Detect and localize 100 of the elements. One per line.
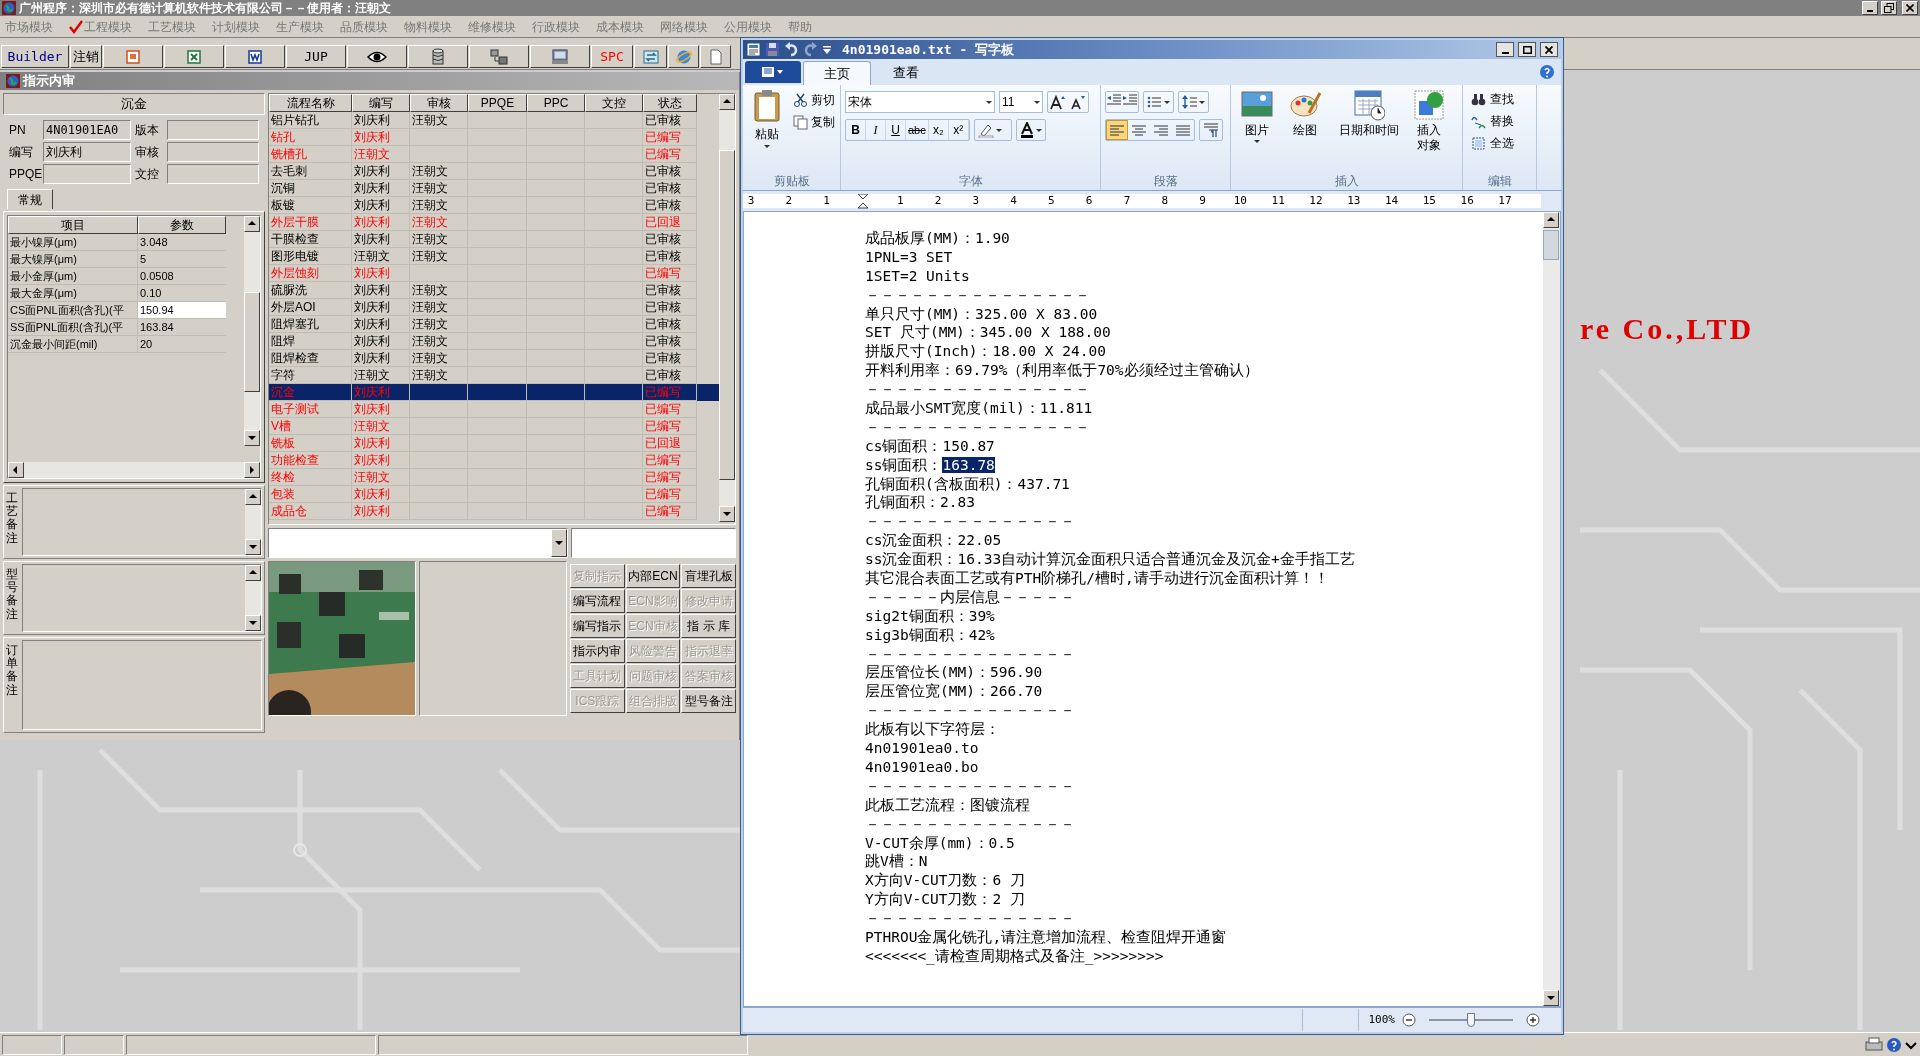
toolbar-button[interactable]: [103, 45, 163, 68]
highlight-button[interactable]: [973, 119, 1012, 141]
scrollbar[interactable]: [245, 565, 261, 631]
table-row[interactable]: 外层AOI 刘庆利 汪朝文 已审核: [269, 299, 719, 316]
action-button[interactable]: 编写流程: [570, 589, 625, 613]
format-button[interactable]: x²: [948, 120, 969, 140]
scroll-left-button[interactable]: [8, 462, 24, 478]
scrollbar[interactable]: [245, 489, 261, 555]
scrollbar[interactable]: [719, 94, 735, 522]
insert-button[interactable]: 图片: [1235, 89, 1279, 172]
toolbar-button[interactable]: JUP: [286, 45, 346, 68]
scroll-down-button[interactable]: [245, 615, 261, 631]
column-header[interactable]: 文控: [585, 94, 643, 112]
format-button[interactable]: x₂: [928, 120, 949, 140]
column-header[interactable]: 流程名称: [269, 94, 352, 112]
maximize-button[interactable]: [1518, 42, 1536, 57]
input-field[interactable]: [571, 528, 736, 558]
slider-thumb[interactable]: [1467, 1013, 1475, 1027]
table-row[interactable]: 铝片钻孔 刘庆利 汪朝文 已审核: [269, 112, 719, 129]
paste-button[interactable]: 粘贴: [747, 89, 787, 172]
toolbar-button[interactable]: [469, 45, 529, 68]
help-icon[interactable]: [1539, 64, 1555, 80]
copy-button[interactable]: 复制: [793, 113, 835, 131]
scroll-up-button[interactable]: [719, 94, 735, 110]
toolbar-button[interactable]: [347, 45, 407, 68]
zoom-in-button[interactable]: [1525, 1012, 1541, 1028]
scroll-up-button[interactable]: [245, 565, 261, 581]
customize-icon[interactable]: [822, 43, 832, 56]
line-spacing-button[interactable]: [1178, 91, 1209, 113]
editing-button[interactable]: 替换: [1471, 111, 1514, 131]
action-button[interactable]: 指 示 库: [681, 614, 736, 638]
toolbar-button[interactable]: [634, 45, 667, 68]
minimize-button[interactable]: [1496, 42, 1514, 57]
paragraph-button[interactable]: [1199, 119, 1223, 141]
input-field[interactable]: [167, 164, 259, 184]
font-family-field[interactable]: 宋体: [845, 91, 995, 113]
scroll-down-button[interactable]: [719, 506, 735, 522]
toolbar-button[interactable]: Builder: [1, 45, 69, 68]
restore-button[interactable]: [1881, 1, 1897, 15]
table-row[interactable]: 去毛刺 刘庆利 汪朝文 已审核: [269, 163, 719, 180]
toolbar-button[interactable]: [408, 45, 468, 68]
column-header[interactable]: 项目: [8, 216, 138, 234]
scroll-up-button[interactable]: [244, 216, 260, 232]
toolbar-button[interactable]: [530, 45, 590, 68]
close-button[interactable]: [1540, 42, 1558, 57]
note-field[interactable]: [22, 564, 262, 632]
table-row[interactable]: 板镀 刘庆利 汪朝文 已审核: [269, 197, 719, 214]
column-header[interactable]: PPC: [527, 94, 585, 112]
insert-button[interactable]: 绘图: [1283, 89, 1327, 172]
table-row[interactable]: 沉铜 刘庆利 汪朝文 已审核: [269, 180, 719, 197]
action-button[interactable]: 指示内审: [570, 639, 625, 663]
undo-icon[interactable]: [784, 42, 799, 57]
save-icon[interactable]: [765, 42, 780, 57]
scroll-right-button[interactable]: [244, 462, 260, 478]
printer-icon[interactable]: [1864, 1036, 1884, 1053]
toolbar-button[interactable]: [225, 45, 285, 68]
dropdown-button[interactable]: [551, 529, 567, 557]
table-row[interactable]: 图形电镀 汪朝文 汪朝文 已审核: [269, 248, 719, 265]
zoom-slider[interactable]: [1429, 1013, 1513, 1027]
table-row[interactable]: 硫脲洗 刘庆利 汪朝文 已审核: [269, 282, 719, 299]
input-field[interactable]: 刘庆利: [43, 142, 131, 162]
insert-button[interactable]: 日期和时间: [1331, 89, 1407, 172]
scroll-thumb[interactable]: [1543, 230, 1559, 260]
action-button[interactable]: 盲埋孔板: [681, 564, 736, 588]
scrollbar[interactable]: [244, 216, 260, 446]
input-field[interactable]: [43, 164, 131, 184]
column-header[interactable]: 参数: [138, 216, 226, 234]
input-field[interactable]: 4N01901EA0: [43, 120, 131, 140]
cut-button[interactable]: 剪切: [793, 91, 835, 109]
column-header[interactable]: PPQE: [468, 94, 527, 112]
toolbar-button[interactable]: [164, 45, 224, 68]
editing-button[interactable]: 查找: [1471, 89, 1514, 109]
editing-button[interactable]: 全选: [1471, 133, 1514, 153]
ruler[interactable]: 3 2 1 1 2 3 4 5 6 7 8 9 10 11 12 13 14 15 16 17: [743, 191, 1561, 211]
format-button[interactable]: B: [846, 120, 866, 140]
scroll-down-button[interactable]: [245, 539, 261, 555]
zoom-out-button[interactable]: [1401, 1012, 1417, 1028]
tab[interactable]: 主页: [803, 61, 871, 85]
toolbar-button[interactable]: 注销: [70, 45, 102, 68]
table-row[interactable]: 沉金 刘庆利 已编写: [269, 384, 719, 401]
column-header[interactable]: 审核: [410, 94, 468, 112]
scrollbar[interactable]: [8, 462, 260, 478]
table-row[interactable]: 阻焊塞孔 刘庆利 汪朝文 已审核: [269, 316, 719, 333]
redo-icon[interactable]: [803, 42, 818, 57]
action-button[interactable]: 内部ECN: [625, 564, 681, 588]
action-button[interactable]: 型号备注: [681, 689, 736, 713]
format-button[interactable]: I: [866, 120, 886, 140]
wordpad-icon[interactable]: [746, 42, 761, 57]
table-row[interactable]: 阻焊 刘庆利 汪朝文 已审核: [269, 333, 719, 350]
column-header[interactable]: 编写: [352, 94, 410, 112]
tab[interactable]: 查看: [873, 61, 939, 85]
scroll-up-button[interactable]: [1543, 212, 1559, 228]
column-header[interactable]: 状态: [643, 94, 697, 112]
format-button[interactable]: abc: [906, 120, 929, 140]
note-field[interactable]: [22, 640, 262, 730]
action-button[interactable]: 编写指示: [570, 614, 625, 638]
scrollbar[interactable]: [1543, 212, 1560, 1006]
table-row[interactable]: 阻焊检查 刘庆利 汪朝文 已审核: [269, 350, 719, 367]
toolbar-button[interactable]: [700, 45, 731, 68]
table-row[interactable]: 干膜检查 刘庆利 汪朝文 已审核: [269, 231, 719, 248]
